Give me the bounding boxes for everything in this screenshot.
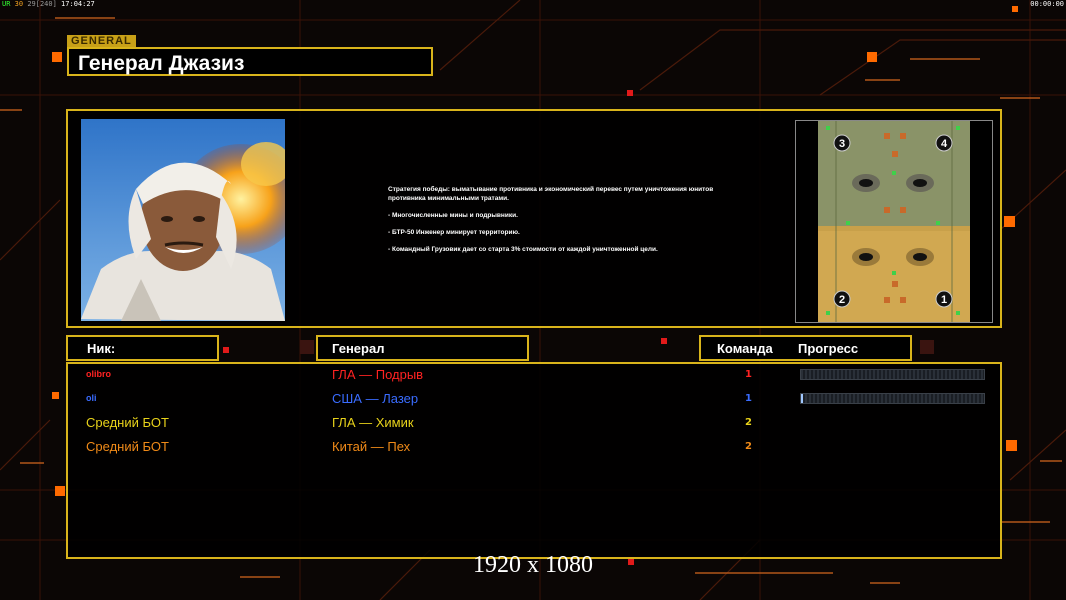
- player-nick: Средний БОТ: [86, 415, 169, 430]
- hud-prefix: UR: [2, 0, 11, 8]
- header-progress-label: Прогресс: [798, 341, 859, 356]
- general-info-panel: Стратегия победы: выматывание противника…: [66, 109, 1002, 328]
- hud-fps-cap: 29[240]: [27, 0, 57, 8]
- header-nick-label: Ник:: [87, 341, 116, 356]
- strategy-bullet-2: - БТР-50 Инженер минирует территорию.: [388, 229, 520, 236]
- hud-clock: 17:04:27: [61, 0, 95, 8]
- header-team-progress: Команда Прогресс: [699, 335, 912, 361]
- map-start-3: 3: [839, 138, 845, 150]
- player-general: США — Лазер: [332, 391, 419, 406]
- player-team: 2: [745, 441, 752, 452]
- player-progress-bar: [800, 393, 985, 404]
- hud-fps: 30: [14, 0, 24, 8]
- strategy-bullet-1: - Многочисленные мины и подрывники.: [388, 212, 518, 219]
- general-portrait: [81, 119, 285, 321]
- player-nick: Средний БОТ: [86, 439, 169, 454]
- player-nick: oli: [86, 393, 97, 403]
- player-progress-bar: [800, 369, 985, 380]
- general-title-box: Генерал Джазиз: [67, 47, 433, 76]
- player-team: 1: [745, 369, 752, 380]
- strategy-description: Стратегия победы: выматывание противника…: [388, 185, 718, 254]
- general-name: Генерал Джазиз: [78, 52, 245, 75]
- header-general-label: Генерал: [332, 341, 385, 356]
- players-panel: olibro ГЛА — Подрыв 1 oli США — Лазер 1 Средни…: [66, 362, 1002, 559]
- map-start-1: 1: [941, 294, 947, 306]
- player-general: Китай — Пех: [332, 439, 411, 454]
- resolution-label: 1920 x 1080: [473, 552, 593, 578]
- header-general: Генерал: [316, 335, 529, 361]
- header-nick: Ник:: [66, 335, 219, 361]
- player-general: ГЛА — Химик: [332, 415, 414, 430]
- strategy-bullet-3: - Командный Грузовик дает со старта 3% с…: [388, 246, 658, 253]
- hud-stats: UR 30 29[240] 17:04:27: [2, 0, 95, 9]
- player-team: 1: [745, 393, 752, 404]
- header-team-label: Команда: [717, 341, 773, 356]
- player-nick: olibro: [86, 369, 111, 379]
- general-tag: GENERAL: [67, 35, 136, 47]
- map-preview: 3 4 2 1: [795, 120, 993, 323]
- strategy-text: Стратегия победы: выматывание противника…: [388, 186, 714, 202]
- player-team: 2: [745, 417, 752, 428]
- player-progress-fill: [801, 394, 803, 403]
- map-start-2: 2: [839, 294, 845, 306]
- hud-timer: 00:00:00: [1030, 0, 1064, 8]
- map-start-4: 4: [941, 138, 948, 150]
- player-general: ГЛА — Подрыв: [332, 367, 424, 382]
